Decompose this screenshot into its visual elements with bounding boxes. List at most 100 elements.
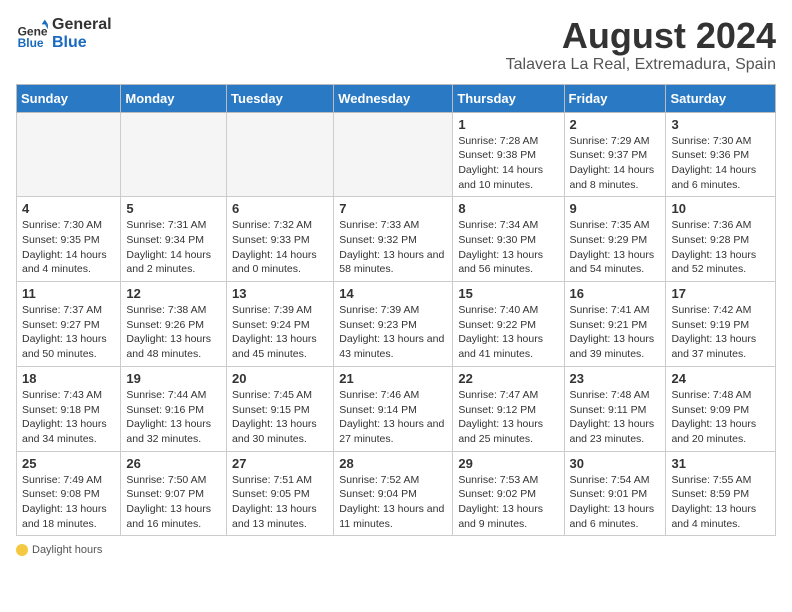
day-info: Sunrise: 7:45 AM Sunset: 9:15 PM Dayligh…: [232, 388, 328, 447]
day-number: 8: [458, 201, 558, 216]
calendar-cell: 21 Sunrise: 7:46 AM Sunset: 9:14 PM Dayli…: [334, 366, 453, 451]
calendar-week-row: 11 Sunrise: 7:37 AM Sunset: 9:27 PM Dayli…: [17, 282, 776, 367]
weekday-header-row: SundayMondayTuesdayWednesdayThursdayFrid…: [17, 84, 776, 112]
calendar-cell: 25 Sunrise: 7:49 AM Sunset: 9:08 PM Dayli…: [17, 451, 121, 536]
day-number: 11: [22, 286, 115, 301]
weekday-header-cell: Friday: [564, 84, 666, 112]
day-number: 21: [339, 371, 447, 386]
day-info: Sunrise: 7:44 AM Sunset: 9:16 PM Dayligh…: [126, 388, 221, 447]
day-info: Sunrise: 7:48 AM Sunset: 9:09 PM Dayligh…: [671, 388, 770, 447]
calendar-subtitle: Talavera La Real, Extremadura, Spain: [506, 56, 776, 74]
day-number: 31: [671, 456, 770, 471]
calendar-cell: 16Sunrise: 7:41 AM Sunset: 9:21 PM Dayli…: [564, 282, 666, 367]
calendar-cell: 8 Sunrise: 7:34 AM Sunset: 9:30 PM Daylig…: [453, 197, 564, 282]
day-info: Sunrise: 7:36 AM Sunset: 9:28 PM Dayligh…: [671, 218, 770, 277]
day-number: 29: [458, 456, 558, 471]
day-info: Sunrise: 7:53 AM Sunset: 9:02 PM Dayligh…: [458, 473, 558, 532]
calendar-cell: 24Sunrise: 7:48 AM Sunset: 9:09 PM Dayli…: [666, 366, 776, 451]
day-number: 30: [570, 456, 661, 471]
day-info: Sunrise: 7:43 AM Sunset: 9:18 PM Dayligh…: [22, 388, 115, 447]
calendar-cell: 12 Sunrise: 7:38 AM Sunset: 9:26 PM Dayli…: [121, 282, 227, 367]
day-info: Sunrise: 7:35 AM Sunset: 9:29 PM Dayligh…: [570, 218, 661, 277]
weekday-header-cell: Sunday: [17, 84, 121, 112]
calendar-cell: 27Sunrise: 7:51 AM Sunset: 9:05 PM Dayli…: [227, 451, 334, 536]
day-number: 7: [339, 201, 447, 216]
day-number: 12: [126, 286, 221, 301]
logo: General Blue General Blue: [16, 16, 112, 51]
logo-icon: General Blue: [16, 18, 48, 50]
day-number: 28: [339, 456, 447, 471]
day-info: Sunrise: 7:49 AM Sunset: 9:08 PM Dayligh…: [22, 473, 115, 532]
calendar-cell: 13Sunrise: 7:39 AM Sunset: 9:24 PM Dayli…: [227, 282, 334, 367]
calendar-cell: 23Sunrise: 7:48 AM Sunset: 9:11 PM Dayli…: [564, 366, 666, 451]
calendar-cell: 4 Sunrise: 7:30 AM Sunset: 9:35 PM Daylig…: [17, 197, 121, 282]
weekday-header-cell: Saturday: [666, 84, 776, 112]
day-info: Sunrise: 7:37 AM Sunset: 9:27 PM Dayligh…: [22, 303, 115, 362]
calendar-cell: 1Sunrise: 7:28 AM Sunset: 9:38 PM Daylig…: [453, 112, 564, 197]
calendar-week-row: 25 Sunrise: 7:49 AM Sunset: 9:08 PM Dayli…: [17, 451, 776, 536]
calendar-cell: 20 Sunrise: 7:45 AM Sunset: 9:15 PM Dayli…: [227, 366, 334, 451]
day-info: Sunrise: 7:33 AM Sunset: 9:32 PM Dayligh…: [339, 218, 447, 277]
day-number: 22: [458, 371, 558, 386]
logo-line2: Blue: [52, 34, 112, 52]
day-info: Sunrise: 7:30 AM Sunset: 9:36 PM Dayligh…: [671, 134, 770, 193]
calendar-cell: [227, 112, 334, 197]
day-info: Sunrise: 7:39 AM Sunset: 9:24 PM Dayligh…: [232, 303, 328, 362]
day-number: 20: [232, 371, 328, 386]
calendar-title: August 2024: [506, 16, 776, 56]
day-info: Sunrise: 7:48 AM Sunset: 9:11 PM Dayligh…: [570, 388, 661, 447]
day-number: 15: [458, 286, 558, 301]
logo-line1: General: [52, 16, 112, 34]
day-number: 6: [232, 201, 328, 216]
sun-icon: [16, 544, 28, 556]
day-number: 25: [22, 456, 115, 471]
calendar-cell: 6Sunrise: 7:32 AM Sunset: 9:33 PM Daylig…: [227, 197, 334, 282]
calendar-cell: 22 Sunrise: 7:47 AM Sunset: 9:12 PM Dayli…: [453, 366, 564, 451]
calendar-table: SundayMondayTuesdayWednesdayThursdayFrid…: [16, 84, 776, 537]
day-info: Sunrise: 7:55 AM Sunset: 8:59 PM Dayligh…: [671, 473, 770, 532]
day-info: Sunrise: 7:38 AM Sunset: 9:26 PM Dayligh…: [126, 303, 221, 362]
calendar-cell: 26Sunrise: 7:50 AM Sunset: 9:07 PM Dayli…: [121, 451, 227, 536]
calendar-cell: 2 Sunrise: 7:29 AM Sunset: 9:37 PM Daylig…: [564, 112, 666, 197]
calendar-body: 1Sunrise: 7:28 AM Sunset: 9:38 PM Daylig…: [17, 112, 776, 536]
day-info: Sunrise: 7:31 AM Sunset: 9:34 PM Dayligh…: [126, 218, 221, 277]
day-number: 5: [126, 201, 221, 216]
calendar-cell: 9 Sunrise: 7:35 AM Sunset: 9:29 PM Daylig…: [564, 197, 666, 282]
calendar-cell: 15 Sunrise: 7:40 AM Sunset: 9:22 PM Dayli…: [453, 282, 564, 367]
footer-label: Daylight hours: [32, 544, 102, 556]
day-number: 9: [570, 201, 661, 216]
day-info: Sunrise: 7:28 AM Sunset: 9:38 PM Dayligh…: [458, 134, 558, 193]
header: General Blue General Blue August 2024 Ta…: [16, 16, 776, 74]
day-info: Sunrise: 7:51 AM Sunset: 9:05 PM Dayligh…: [232, 473, 328, 532]
weekday-header-cell: Thursday: [453, 84, 564, 112]
calendar-cell: 28Sunrise: 7:52 AM Sunset: 9:04 PM Dayli…: [334, 451, 453, 536]
day-info: Sunrise: 7:46 AM Sunset: 9:14 PM Dayligh…: [339, 388, 447, 447]
calendar-cell: 18 Sunrise: 7:43 AM Sunset: 9:18 PM Dayli…: [17, 366, 121, 451]
day-number: 4: [22, 201, 115, 216]
day-info: Sunrise: 7:40 AM Sunset: 9:22 PM Dayligh…: [458, 303, 558, 362]
calendar-cell: 14Sunrise: 7:39 AM Sunset: 9:23 PM Dayli…: [334, 282, 453, 367]
day-number: 10: [671, 201, 770, 216]
calendar-week-row: 18 Sunrise: 7:43 AM Sunset: 9:18 PM Dayli…: [17, 366, 776, 451]
day-info: Sunrise: 7:39 AM Sunset: 9:23 PM Dayligh…: [339, 303, 447, 362]
title-area: August 2024 Talavera La Real, Extremadur…: [506, 16, 776, 74]
calendar-cell: 11 Sunrise: 7:37 AM Sunset: 9:27 PM Dayli…: [17, 282, 121, 367]
calendar-cell: 31 Sunrise: 7:55 AM Sunset: 8:59 PM Dayli…: [666, 451, 776, 536]
day-info: Sunrise: 7:42 AM Sunset: 9:19 PM Dayligh…: [671, 303, 770, 362]
calendar-cell: [334, 112, 453, 197]
day-info: Sunrise: 7:47 AM Sunset: 9:12 PM Dayligh…: [458, 388, 558, 447]
day-number: 2: [570, 117, 661, 132]
day-number: 16: [570, 286, 661, 301]
day-info: Sunrise: 7:29 AM Sunset: 9:37 PM Dayligh…: [570, 134, 661, 193]
day-info: Sunrise: 7:34 AM Sunset: 9:30 PM Dayligh…: [458, 218, 558, 277]
day-number: 3: [671, 117, 770, 132]
calendar-cell: 17 Sunrise: 7:42 AM Sunset: 9:19 PM Dayli…: [666, 282, 776, 367]
calendar-cell: [17, 112, 121, 197]
calendar-cell: 7 Sunrise: 7:33 AM Sunset: 9:32 PM Daylig…: [334, 197, 453, 282]
day-info: Sunrise: 7:30 AM Sunset: 9:35 PM Dayligh…: [22, 218, 115, 277]
day-number: 17: [671, 286, 770, 301]
svg-text:Blue: Blue: [18, 35, 44, 49]
calendar-cell: [121, 112, 227, 197]
day-number: 26: [126, 456, 221, 471]
day-number: 18: [22, 371, 115, 386]
